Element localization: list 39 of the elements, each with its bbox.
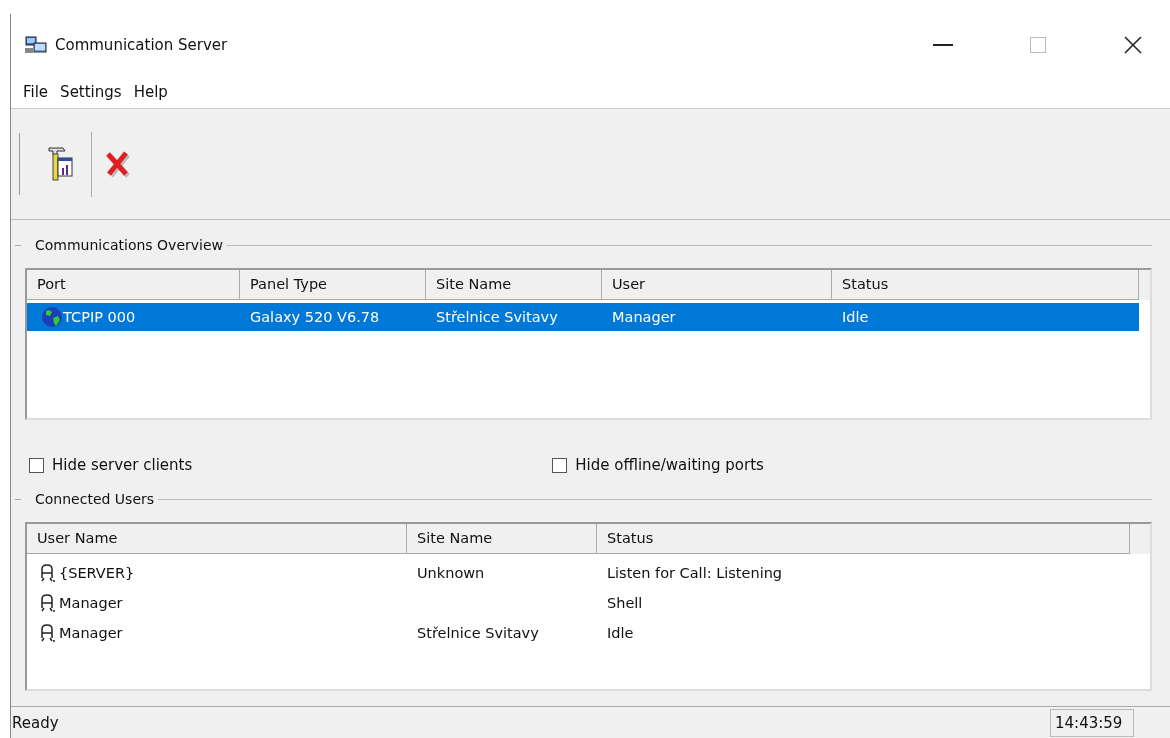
cell-text: Idle <box>842 309 869 325</box>
column-header[interactable]: Status <box>597 524 1130 554</box>
status-time: 14:43:59 <box>1050 708 1134 737</box>
checkbox[interactable] <box>552 457 568 473</box>
menu-item[interactable]: File <box>17 83 55 101</box>
close-icon <box>1124 36 1142 54</box>
menu-item[interactable]: Help <box>127 83 174 101</box>
column-header[interactable]: Port <box>27 270 240 300</box>
cell-text: Střelnice Svitavy <box>436 309 558 325</box>
checkbox-label: Hide server clients <box>52 456 193 474</box>
maximize-icon <box>1030 37 1046 53</box>
cell-text: Listen for Call: Listening <box>607 565 783 581</box>
cell-text: Střelnice Svitavy <box>417 625 539 641</box>
cell-text: Shell <box>607 595 643 611</box>
checkbox[interactable] <box>29 457 44 473</box>
group-title: Communications Overview <box>34 237 224 253</box>
globe-icon <box>41 306 63 328</box>
column-header[interactable]: Panel Type <box>240 270 426 300</box>
minimize-icon <box>933 44 953 46</box>
cell-text: Unknown <box>417 565 485 581</box>
column-header[interactable]: Status <box>832 270 1139 300</box>
window-title: Communication Server <box>55 36 229 54</box>
column-header[interactable]: Site Name <box>407 524 597 554</box>
cell-text: Manager <box>59 595 123 611</box>
cell-text: {SERVER} <box>59 565 135 581</box>
menu-item[interactable]: Settings <box>54 83 128 101</box>
list-row[interactable]: TCPIP 000 Galaxy 520 V6.78 Střelnice Svitavy Manager Idle <box>27 303 1139 331</box>
computers-icon <box>25 35 47 55</box>
column-header[interactable]: Site Name <box>426 270 602 300</box>
column-header[interactable]: User Name <box>27 524 407 554</box>
status-message: Ready <box>11 713 60 732</box>
checkbox-label: Hide offline/waiting ports <box>575 456 764 474</box>
column-header[interactable]: User <box>602 270 832 300</box>
cell-text: Galaxy 520 V6.78 <box>250 309 380 325</box>
cell-text: TCPIP 000 <box>63 309 136 325</box>
group-title: Connected Users <box>34 491 156 507</box>
cell-text: Manager <box>612 309 676 325</box>
cell-text: Manager <box>59 625 123 641</box>
cell-text: Idle <box>607 625 634 641</box>
